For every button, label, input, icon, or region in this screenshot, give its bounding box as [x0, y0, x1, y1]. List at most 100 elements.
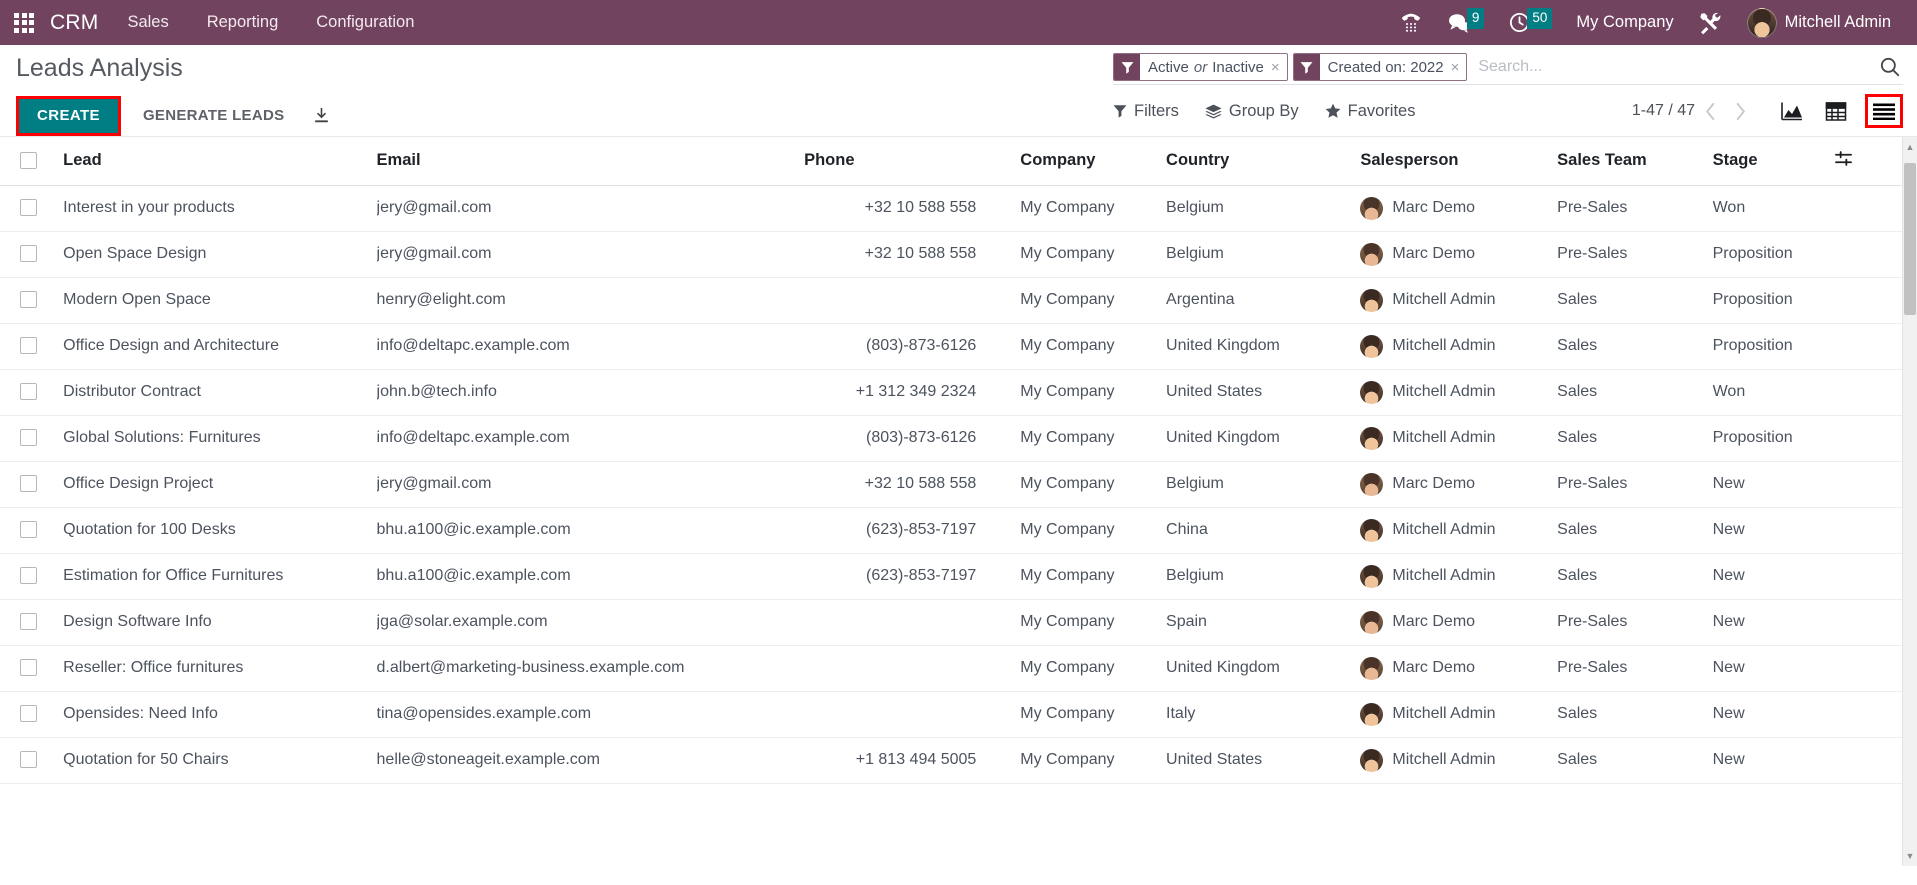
row-checkbox[interactable]	[20, 567, 37, 585]
cell-country[interactable]: Italy	[1166, 691, 1361, 738]
cell-company[interactable]: My Company	[1020, 415, 1167, 462]
app-brand-crm[interactable]: CRM	[48, 11, 108, 35]
row-checkbox[interactable]	[20, 383, 37, 401]
cell-stage[interactable]: New	[1712, 599, 1835, 646]
table-row[interactable]: Distributor Contract john.b@tech.info +1 3…	[0, 369, 1907, 416]
cell-stage[interactable]: New	[1712, 553, 1835, 600]
cell-country[interactable]: United Kingdom	[1166, 645, 1361, 692]
cell-company[interactable]: My Company	[1020, 507, 1167, 554]
cell-company[interactable]: My Company	[1020, 231, 1167, 278]
cell-stage[interactable]: Won	[1712, 369, 1835, 416]
cell-email[interactable]: tina@opensides.example.com	[376, 691, 805, 738]
select-all-checkbox[interactable]	[20, 152, 37, 170]
menu-item-sales[interactable]: Sales	[108, 0, 187, 45]
cell-stage[interactable]: New	[1712, 507, 1835, 554]
voip-phone-icon[interactable]	[1387, 0, 1435, 45]
table-row[interactable]: Office Design Project jery@gmail.com +32 1…	[0, 461, 1907, 508]
cell-phone[interactable]: (803)-873-6126	[804, 415, 1021, 462]
row-checkbox[interactable]	[20, 475, 37, 493]
create-button[interactable]: CREATE	[19, 98, 118, 133]
apps-grid-icon[interactable]	[0, 0, 48, 45]
optional-columns-toggle[interactable]	[1834, 136, 1907, 186]
table-row[interactable]: Reseller: Office furnitures d.albert@mark…	[0, 645, 1907, 692]
cell-sales-team[interactable]: Sales	[1557, 323, 1713, 370]
cell-stage[interactable]: Proposition	[1712, 415, 1835, 462]
filters-dropdown[interactable]: Filters	[1113, 102, 1179, 121]
scroll-up-icon[interactable]: ▲	[1903, 139, 1917, 155]
cell-company[interactable]: My Company	[1020, 691, 1167, 738]
column-header-phone[interactable]: Phone	[804, 136, 1021, 186]
messages-menu[interactable]: 9	[1435, 0, 1497, 45]
cell-email[interactable]: john.b@tech.info	[376, 369, 805, 416]
cell-email[interactable]: info@deltapc.example.com	[376, 323, 805, 370]
facet-remove-icon[interactable]: ×	[1449, 59, 1460, 76]
cell-company[interactable]: My Company	[1020, 277, 1167, 324]
favorites-dropdown[interactable]: Favorites	[1325, 102, 1415, 121]
cell-phone[interactable]: +32 10 588 558	[804, 461, 1021, 508]
cell-country[interactable]: Belgium	[1166, 553, 1361, 600]
cell-phone[interactable]	[804, 645, 1021, 692]
facet-remove-icon[interactable]: ×	[1269, 59, 1280, 76]
cell-phone[interactable]	[804, 277, 1021, 324]
column-header-stage[interactable]: Stage	[1712, 136, 1835, 186]
search-input[interactable]	[1472, 53, 1869, 81]
cell-company[interactable]: My Company	[1020, 645, 1167, 692]
cell-salesperson[interactable]: Mitchell Admin	[1360, 553, 1558, 600]
cell-email[interactable]: jga@solar.example.com	[376, 599, 805, 646]
row-checkbox[interactable]	[20, 291, 37, 309]
cell-lead[interactable]: Interest in your products	[63, 185, 377, 232]
row-checkbox[interactable]	[20, 659, 37, 677]
table-row[interactable]: Interest in your products jery@gmail.com +…	[0, 185, 1907, 232]
table-row[interactable]: Opensides: Need Info tina@opensides.examp…	[0, 691, 1907, 738]
cell-lead[interactable]: Modern Open Space	[63, 277, 377, 324]
cell-lead[interactable]: Estimation for Office Furnitures	[63, 553, 377, 600]
column-header-sales-team[interactable]: Sales Team	[1557, 136, 1713, 186]
cell-sales-team[interactable]: Pre-Sales	[1557, 185, 1713, 232]
cell-lead[interactable]: Distributor Contract	[63, 369, 377, 416]
cell-country[interactable]: Belgium	[1166, 185, 1361, 232]
cell-country[interactable]: Belgium	[1166, 231, 1361, 278]
row-checkbox[interactable]	[20, 705, 37, 723]
graph-view-icon[interactable]	[1777, 96, 1807, 126]
cell-sales-team[interactable]: Sales	[1557, 553, 1713, 600]
cell-phone[interactable]: +1 813 494 5005	[804, 737, 1021, 784]
cell-lead[interactable]: Opensides: Need Info	[63, 691, 377, 738]
cell-country[interactable]: Belgium	[1166, 461, 1361, 508]
wrench-screwdriver-icon[interactable]	[1686, 0, 1735, 45]
cell-company[interactable]: My Company	[1020, 461, 1167, 508]
cell-lead[interactable]: Global Solutions: Furnitures	[63, 415, 377, 462]
cell-company[interactable]: My Company	[1020, 599, 1167, 646]
menu-item-configuration[interactable]: Configuration	[297, 0, 433, 45]
cell-sales-team[interactable]: Sales	[1557, 369, 1713, 416]
cell-stage[interactable]: Won	[1712, 185, 1835, 232]
cell-company[interactable]: My Company	[1020, 737, 1167, 784]
cell-sales-team[interactable]: Pre-Sales	[1557, 645, 1713, 692]
row-checkbox[interactable]	[20, 521, 37, 539]
cell-stage[interactable]: Proposition	[1712, 323, 1835, 370]
cell-sales-team[interactable]: Pre-Sales	[1557, 461, 1713, 508]
table-row[interactable]: Quotation for 50 Chairs helle@stoneageit.…	[0, 737, 1907, 784]
cell-salesperson[interactable]: Mitchell Admin	[1360, 691, 1558, 738]
generate-leads-button[interactable]: GENERATE LEADS	[129, 99, 298, 133]
cell-salesperson[interactable]: Marc Demo	[1360, 599, 1558, 646]
cell-phone[interactable]: (623)-853-7197	[804, 507, 1021, 554]
pager-value[interactable]: 1-47 / 47	[1632, 102, 1695, 120]
table-row[interactable]: Open Space Design jery@gmail.com +32 10 58…	[0, 231, 1907, 278]
company-switcher[interactable]: My Company	[1564, 13, 1685, 32]
cell-lead[interactable]: Quotation for 100 Desks	[63, 507, 377, 554]
table-row[interactable]: Quotation for 100 Desks bhu.a100@ic.examp…	[0, 507, 1907, 554]
cell-sales-team[interactable]: Sales	[1557, 277, 1713, 324]
cell-company[interactable]: My Company	[1020, 553, 1167, 600]
cell-salesperson[interactable]: Mitchell Admin	[1360, 323, 1558, 370]
groupby-dropdown[interactable]: Group By	[1205, 102, 1299, 121]
cell-company[interactable]: My Company	[1020, 323, 1167, 370]
search-icon[interactable]	[1869, 53, 1903, 81]
cell-stage[interactable]: Proposition	[1712, 277, 1835, 324]
row-checkbox[interactable]	[20, 751, 37, 769]
activities-menu[interactable]: 50	[1496, 0, 1564, 45]
table-row[interactable]: Modern Open Space henry@elight.com My Comp…	[0, 277, 1907, 324]
cell-sales-team[interactable]: Sales	[1557, 507, 1713, 554]
cell-lead[interactable]: Design Software Info	[63, 599, 377, 646]
cell-salesperson[interactable]: Mitchell Admin	[1360, 507, 1558, 554]
column-header-email[interactable]: Email	[376, 136, 805, 186]
